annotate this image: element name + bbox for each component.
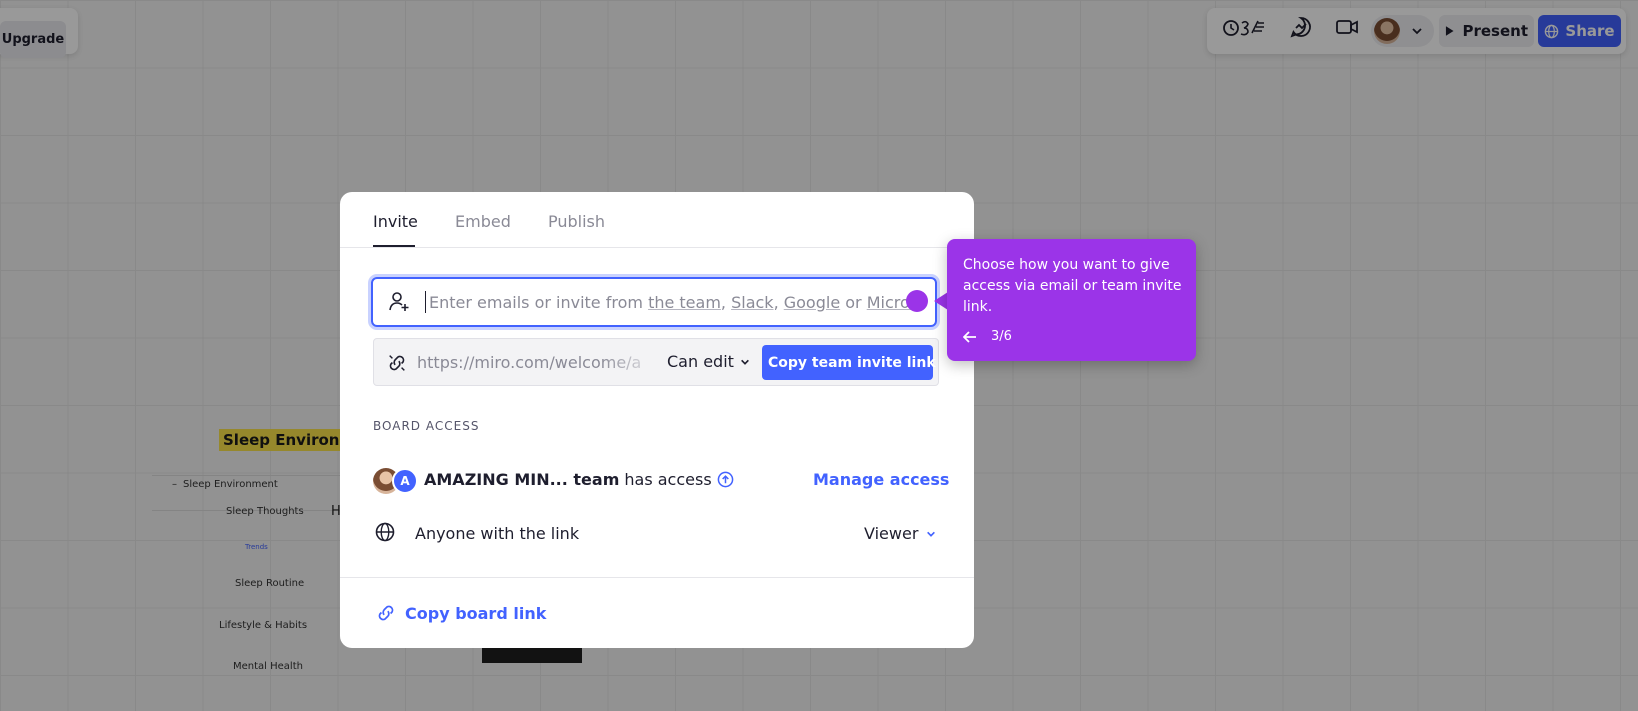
invite-from-team-link[interactable]: the team bbox=[648, 293, 721, 312]
team-access-suffix: has access bbox=[624, 470, 712, 489]
tooltip-nav: 3/6 bbox=[963, 329, 1012, 344]
tooltip-text: Choose how you want to give access via e… bbox=[963, 257, 1182, 315]
manage-access-link[interactable]: Manage access bbox=[813, 470, 949, 489]
invite-link-row: https://miro.com/welcome/a Can edit Copy… bbox=[373, 338, 939, 386]
copy-team-invite-link-button[interactable]: Copy team invite link bbox=[762, 345, 936, 380]
divider bbox=[340, 577, 974, 578]
team-access-line: AMAZING MIN... team has access bbox=[424, 470, 734, 489]
chevron-down-icon bbox=[927, 531, 936, 537]
invite-link-url[interactable]: https://miro.com/welcome/a bbox=[417, 353, 662, 372]
share-dialog: Invite Embed Publish Enter emails or inv… bbox=[340, 192, 974, 648]
tab-publish[interactable]: Publish bbox=[548, 212, 605, 247]
onboarding-tooltip: Choose how you want to give access via e… bbox=[947, 239, 1196, 361]
placeholder-separator: or bbox=[840, 292, 867, 312]
text-caret bbox=[425, 291, 426, 313]
chevron-down-icon bbox=[740, 359, 749, 365]
link-role-label: Viewer bbox=[864, 524, 919, 543]
link-icon bbox=[378, 605, 394, 621]
tooltip-step-counter: 3/6 bbox=[991, 329, 1012, 344]
permission-label: Can edit bbox=[667, 352, 734, 371]
anyone-with-link-label: Anyone with the link bbox=[415, 524, 580, 543]
placeholder-text: Enter emails or invite from bbox=[429, 292, 649, 312]
link-role-dropdown[interactable]: Viewer bbox=[864, 524, 936, 543]
arrow-left-icon[interactable] bbox=[963, 330, 977, 343]
onboarding-hotspot[interactable] bbox=[906, 290, 928, 312]
dialog-tabs: Invite Embed Publish bbox=[340, 192, 974, 248]
invite-from-google-link[interactable]: Google bbox=[784, 293, 840, 312]
tab-invite[interactable]: Invite bbox=[373, 212, 418, 247]
email-invite-input[interactable]: Enter emails or invite from the team, Sl… bbox=[371, 277, 937, 327]
add-user-icon bbox=[387, 290, 417, 314]
link-icon bbox=[386, 352, 408, 378]
team-name: AMAZING MIN... team bbox=[424, 470, 620, 489]
permission-dropdown[interactable]: Can edit bbox=[667, 352, 750, 371]
upgrade-arrow-icon[interactable] bbox=[717, 471, 734, 488]
invite-from-slack-link[interactable]: Slack bbox=[731, 293, 773, 312]
team-avatar: A bbox=[392, 468, 418, 494]
globe-icon bbox=[375, 522, 395, 546]
team-avatar-stack: A bbox=[373, 468, 423, 494]
copy-board-link-button[interactable]: Copy board link bbox=[375, 602, 546, 624]
copy-board-link-label: Copy board link bbox=[405, 603, 547, 623]
board-access-heading: BOARD ACCESS bbox=[373, 419, 480, 433]
tooltip-arrow bbox=[934, 292, 948, 310]
placeholder-separator: , bbox=[773, 292, 784, 312]
placeholder-separator: , bbox=[720, 292, 732, 312]
email-placeholder: Enter emails or invite from the team, Sl… bbox=[429, 293, 919, 312]
tab-embed[interactable]: Embed bbox=[455, 212, 511, 247]
